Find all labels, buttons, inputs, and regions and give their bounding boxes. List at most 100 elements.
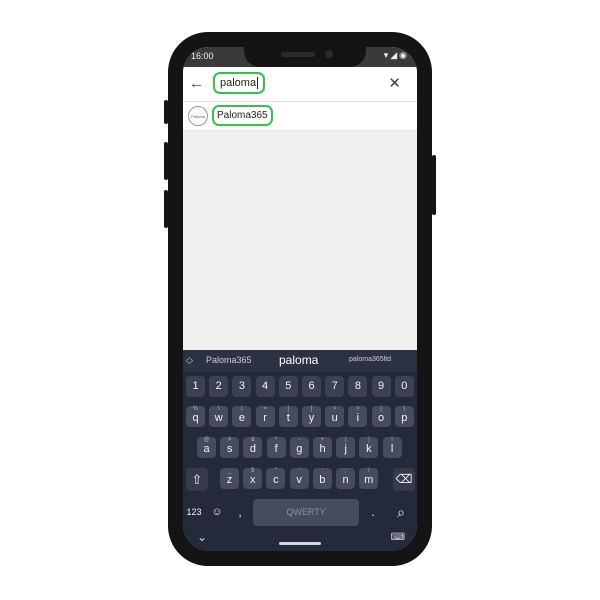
key-label: s <box>226 443 233 455</box>
symbols-key[interactable]: 123 <box>183 499 205 526</box>
power-button <box>432 155 436 215</box>
key-p[interactable]: } p <box>394 406 414 427</box>
key-label: b <box>319 474 326 486</box>
key-v[interactable]: ' v <box>289 468 309 489</box>
key-label: u <box>331 412 338 424</box>
key-d[interactable]: & d <box>243 437 263 458</box>
clear-search-icon[interactable]: ✕ <box>388 74 401 92</box>
key-h[interactable]: + h <box>313 437 332 458</box>
navigation-bar: ⌄ ⌨ <box>183 528 417 551</box>
key-label: k <box>366 443 372 455</box>
key-alt-label: { <box>380 406 383 412</box>
key-1[interactable]: 1 <box>186 376 205 397</box>
search-icon[interactable]: ⌕ <box>389 499 413 526</box>
key-label: r <box>263 412 267 424</box>
avatar: Paloma <box>188 106 208 126</box>
key-alt-label: = <box>263 406 267 412</box>
status-icons: ▾◢◉ <box>383 50 409 60</box>
key-e[interactable]: | e <box>232 406 252 427</box>
key-label: 0 <box>401 380 408 392</box>
key-g[interactable]: -g <box>289 437 309 458</box>
key-label: x <box>249 474 256 486</box>
key-z[interactable]: _ z <box>220 468 239 489</box>
search-result-item[interactable]: Paloma Paloma365 <box>183 102 417 131</box>
key-alt-label: ; <box>344 468 347 474</box>
key-label: g <box>296 443 303 455</box>
backspace-key[interactable]: ⌫ <box>393 468 415 491</box>
key-label: 3 <box>238 380 245 392</box>
key-f[interactable]: * f <box>266 437 286 458</box>
search-input[interactable]: paloma <box>213 72 265 94</box>
key-alt-label: + <box>320 437 325 443</box>
key-5[interactable]: 5 <box>278 376 298 397</box>
key-i[interactable]: > i <box>348 406 368 427</box>
search-query-text: paloma <box>220 77 257 89</box>
suggestion-strip: ◇ Paloma365 paloma paloma365ltd <box>183 350 417 372</box>
key-4[interactable]: 4 <box>255 376 275 397</box>
key-9[interactable]: 9 <box>371 376 391 397</box>
back-arrow-icon[interactable]: ← <box>189 75 204 92</box>
key-label: 5 <box>285 380 292 392</box>
key-alt-label: " <box>274 468 277 474</box>
key-7[interactable]: 7 <box>325 376 345 397</box>
key-0[interactable]: 0 <box>394 376 414 397</box>
key-alt-label: & <box>250 437 255 443</box>
key-label: 1 <box>192 380 199 392</box>
key-alt-label: ] <box>310 406 313 412</box>
hide-keyboard-icon[interactable]: ⌄ <box>197 530 207 544</box>
key-k[interactable]: ) k <box>359 437 379 458</box>
key-x[interactable]: $ x <box>243 468 263 489</box>
key-o[interactable]: {o <box>371 406 391 427</box>
key-label: h <box>319 443 326 455</box>
key-3[interactable]: 3 <box>232 376 252 397</box>
period-key[interactable]: . <box>363 499 383 526</box>
key-alt-label: - <box>298 437 301 443</box>
key-alt-label: } <box>403 406 406 412</box>
key-6[interactable]: 6 <box>302 376 321 397</box>
volume-down-button <box>164 190 168 228</box>
key-alt-label: \ <box>217 406 220 412</box>
expand-suggestions-icon[interactable]: ◇ <box>186 355 193 366</box>
key-alt-label: * <box>274 437 278 443</box>
key-label: i <box>356 412 360 424</box>
key-label: 7 <box>331 380 338 392</box>
key-s[interactable]: # s <box>220 437 240 458</box>
front-camera-icon <box>325 50 333 58</box>
key-alt-label: % <box>192 406 199 412</box>
key-alt-label: : <box>321 468 324 474</box>
key-b[interactable]: :b <box>312 468 332 489</box>
suggestion-center[interactable]: paloma <box>279 353 318 367</box>
key-label: t <box>286 412 290 424</box>
key-8[interactable]: 8 <box>348 376 368 397</box>
key-w[interactable]: \ w <box>209 406 229 427</box>
key-alt-label: # <box>228 437 232 443</box>
suggestion-right[interactable]: paloma365ltd <box>349 356 391 363</box>
emoji-icon[interactable]: ☺ <box>207 499 227 526</box>
key-r[interactable]: = r <box>255 406 275 427</box>
key-j[interactable]: (j <box>336 437 356 458</box>
key-n[interactable]: ; n <box>336 468 355 489</box>
key-label: e <box>238 412 245 424</box>
key-label: m <box>364 474 374 486</box>
key-alt-label: > <box>356 406 360 412</box>
key-2[interactable]: 2 <box>209 376 229 397</box>
key-label: 6 <box>308 380 315 392</box>
key-q[interactable]: % q <box>186 406 205 427</box>
key-u[interactable]: < u <box>325 406 345 427</box>
keyboard-switch-icon[interactable]: ⌨ <box>391 532 405 543</box>
key-a[interactable]: @ a <box>197 437 216 458</box>
key-l[interactable]: ll <box>382 437 402 458</box>
key-label: y <box>308 412 315 424</box>
key-alt-label: $ <box>251 468 255 474</box>
comma-key[interactable]: , <box>230 499 250 526</box>
key-label: 2 <box>215 380 222 392</box>
key-m[interactable]: / m <box>359 468 379 489</box>
key-alt-label: [ <box>287 406 290 412</box>
shift-key[interactable]: ⇧ <box>186 468 208 491</box>
key-t[interactable]: [t <box>278 406 298 427</box>
key-c[interactable]: " c <box>266 468 286 489</box>
home-indicator[interactable] <box>279 542 321 545</box>
key-y[interactable]: ] y <box>302 406 321 427</box>
space-key[interactable]: QWERTY <box>253 499 359 526</box>
suggestion-left[interactable]: Paloma365 <box>206 355 252 365</box>
